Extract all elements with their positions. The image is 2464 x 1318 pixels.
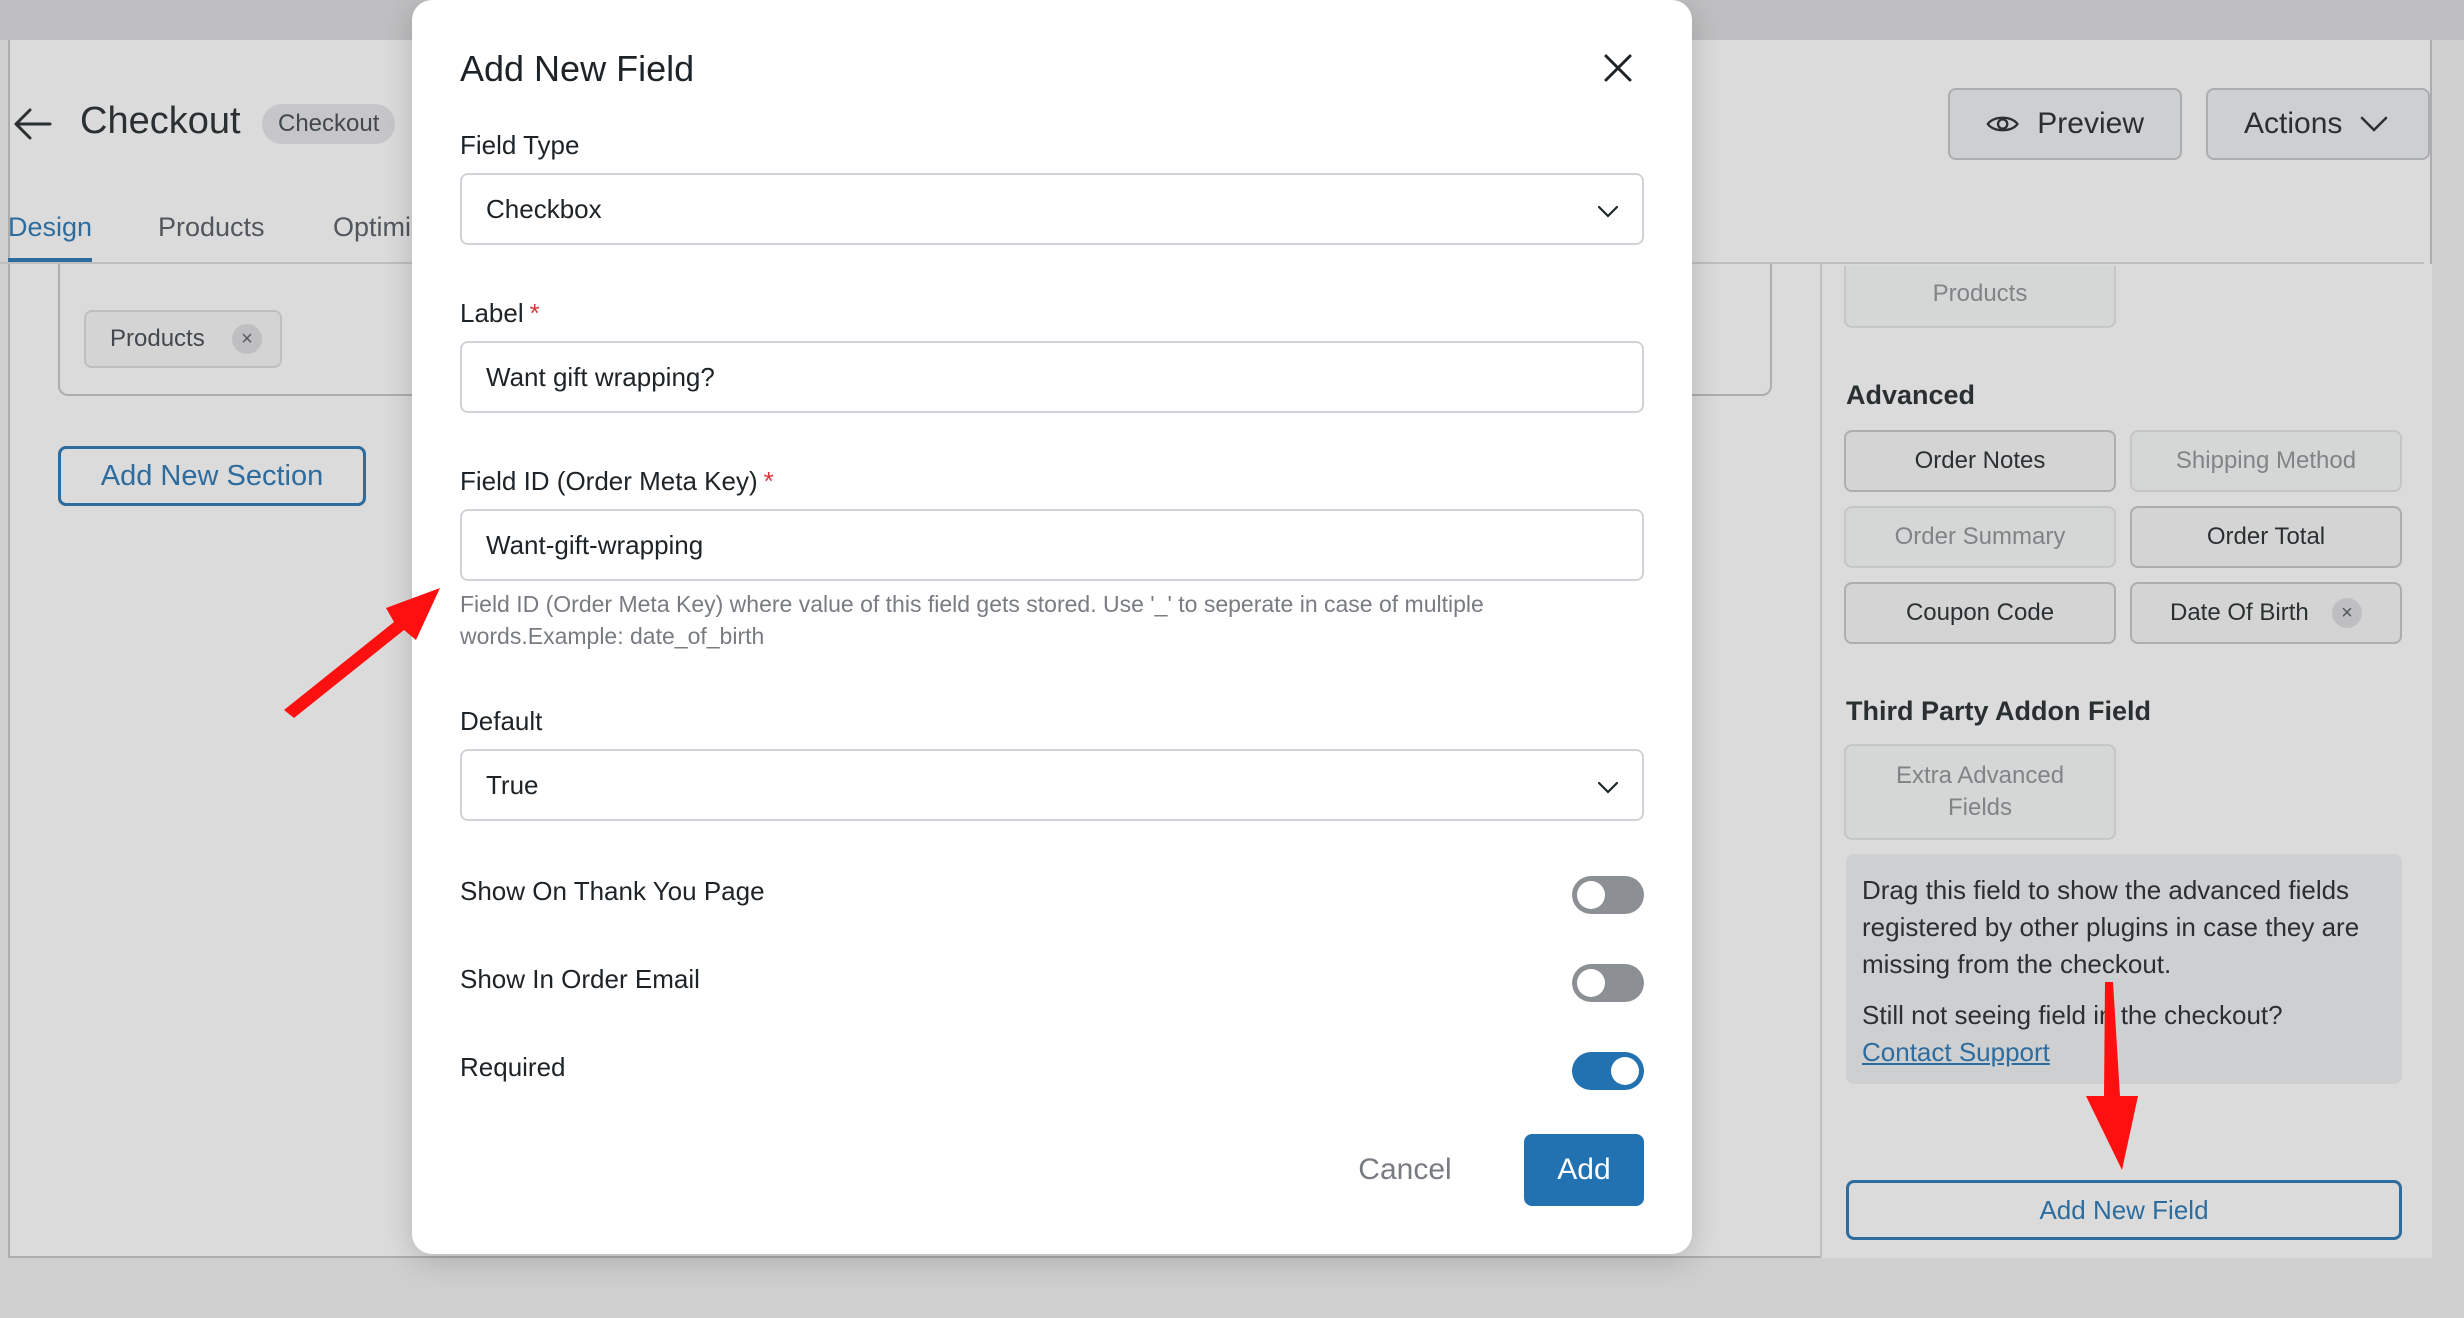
cancel-button[interactable]: Cancel [1330, 1134, 1480, 1206]
chevron-down-icon [1597, 205, 1619, 218]
close-icon[interactable] [1596, 46, 1640, 90]
label-field-label: Label * [460, 298, 540, 329]
label-field-text: Label [460, 298, 524, 328]
add-new-field-modal: Add New Field Field Type Checkbox Label *… [412, 0, 1692, 1254]
required-asterisk: * [763, 466, 774, 496]
field-type-select[interactable]: Checkbox [460, 173, 1644, 245]
show-thank-you-toggle[interactable] [1572, 876, 1644, 914]
label-input[interactable]: Want gift wrapping? [460, 341, 1644, 413]
field-id-input[interactable]: Want-gift-wrapping [460, 509, 1644, 581]
modal-title: Add New Field [460, 48, 695, 89]
default-label: Default [460, 706, 543, 736]
chevron-down-icon [1597, 781, 1619, 794]
default-select[interactable]: True [460, 749, 1644, 821]
field-type-label: Field Type [460, 130, 580, 160]
show-order-email-toggle[interactable] [1572, 964, 1644, 1002]
show-thank-you-label: Show On Thank You Page [460, 876, 765, 906]
required-label: Required [460, 1052, 566, 1082]
field-id-help-text: Field ID (Order Meta Key) where value of… [460, 591, 1484, 649]
field-type-value: Checkbox [486, 194, 602, 224]
show-order-email-label: Show In Order Email [460, 964, 700, 994]
field-id-label: Field ID (Order Meta Key) * [460, 466, 774, 497]
add-button[interactable]: Add [1524, 1134, 1644, 1206]
field-id-label-text: Field ID (Order Meta Key) [460, 466, 758, 496]
default-value: True [486, 770, 539, 800]
required-toggle[interactable] [1572, 1052, 1644, 1090]
required-asterisk: * [529, 298, 540, 328]
